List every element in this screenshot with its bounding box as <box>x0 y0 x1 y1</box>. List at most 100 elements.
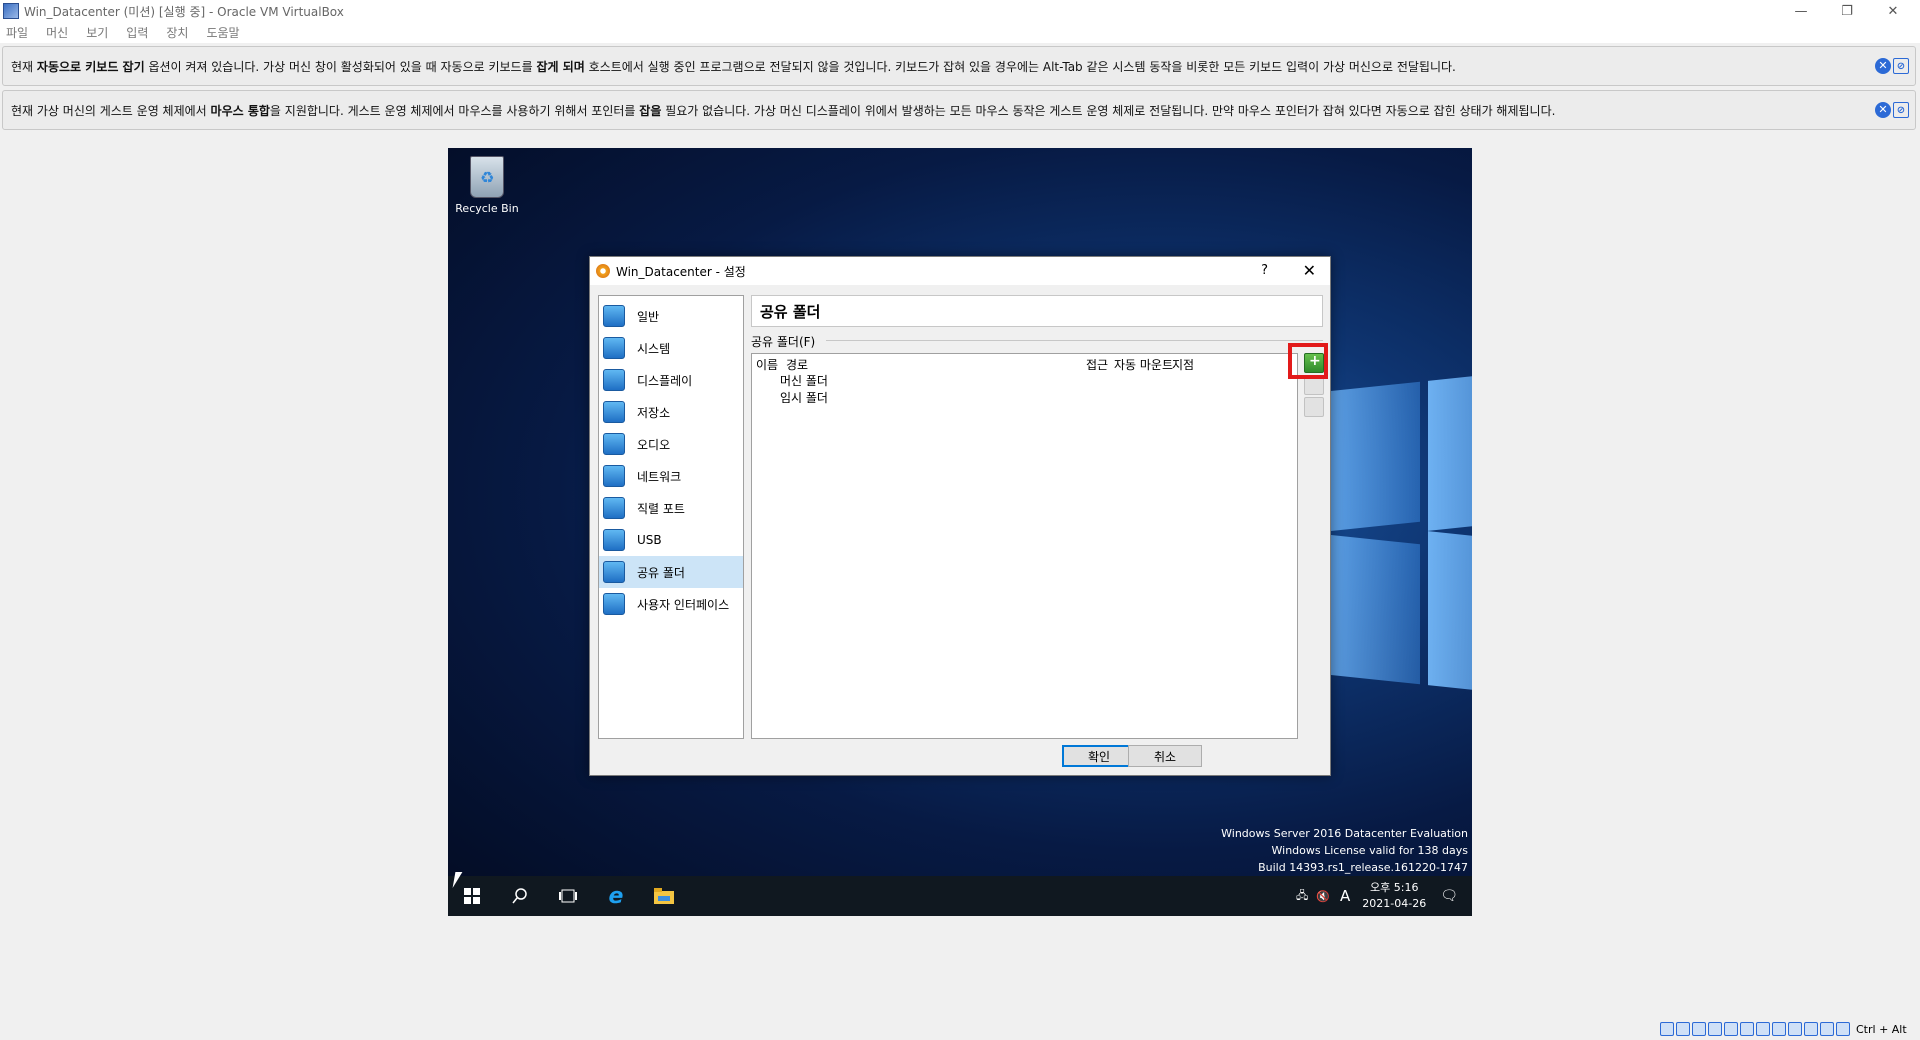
cpu-icon[interactable] <box>1788 1022 1802 1036</box>
file-explorer-icon[interactable] <box>640 876 688 916</box>
category-label: 공유 폴더 <box>637 565 685 580</box>
host-key-icon[interactable] <box>1836 1022 1850 1036</box>
audio-icon <box>603 433 625 455</box>
window-title: Win_Datacenter (미션) [실행 중] - Oracle VM V… <box>24 4 344 19</box>
restore-button[interactable]: ❐ <box>1824 0 1870 22</box>
help-button[interactable]: ? <box>1261 263 1268 278</box>
category-label: 사용자 인터페이스 <box>637 597 730 612</box>
serial-port-icon <box>603 497 625 519</box>
remove-shared-folder-icon <box>1304 397 1324 417</box>
host-menubar: 파일 머신 보기 입력 장치 도움말 <box>0 22 1920 43</box>
usb-icon <box>603 529 625 551</box>
notice-text: 현재 자동으로 키보드 잡기 옵션이 켜져 있습니다. 가상 머신 창이 활성화… <box>11 59 1456 74</box>
action-center-icon[interactable]: 🗨 <box>1440 888 1458 904</box>
ok-button[interactable]: 확인 <box>1062 745 1136 767</box>
watermark-line: Windows License valid for 138 days <box>1271 844 1469 857</box>
column-name[interactable]: 이름 <box>756 356 778 373</box>
optical-drive-icon[interactable] <box>1676 1022 1690 1036</box>
column-automount[interactable]: 자동 마운트 <box>1114 356 1173 373</box>
host-titlebar: Win_Datacenter (미션) [실행 중] - Oracle VM V… <box>0 0 1920 22</box>
close-notice-icon[interactable]: ✕ <box>1875 58 1891 74</box>
guest-taskbar: e 🖧 🔇 A 오후 5:16 2021-04-26 🗨 <box>448 876 1472 916</box>
mouse-integration-icon[interactable] <box>1804 1022 1818 1036</box>
category-general[interactable]: 일반 <box>599 300 743 332</box>
category-label: 일반 <box>637 309 660 324</box>
recycle-bin[interactable]: Recycle Bin <box>452 156 522 215</box>
highlight-box <box>1288 343 1328 379</box>
menu-view[interactable]: 보기 <box>86 24 108 41</box>
category-label: 저장소 <box>637 405 671 420</box>
storage-icon <box>603 401 625 423</box>
tree-row-transient-folders[interactable]: 임시 폴더 <box>752 389 1297 406</box>
usb-icon[interactable] <box>1724 1022 1738 1036</box>
category-label: 시스템 <box>637 341 671 356</box>
clock-time: 오후 5:16 <box>1370 881 1419 894</box>
close-notice-icon[interactable]: ✕ <box>1875 102 1891 118</box>
category-network[interactable]: 네트워크 <box>599 460 743 492</box>
notice-text: 현재 가상 머신의 게스트 운영 체제에서 마우스 통합을 지원합니다. 게스트… <box>11 103 1556 118</box>
minimize-button[interactable]: — <box>1778 0 1824 22</box>
internet-explorer-icon[interactable]: e <box>592 876 640 916</box>
category-display[interactable]: 디스플레이 <box>599 364 743 396</box>
search-icon[interactable] <box>496 876 544 916</box>
settings-category-list: 일반 시스템 디스플레이 저장소 오디오 네트워크 직렬 포트 USB 공유 폴… <box>598 295 744 739</box>
category-label: 네트워크 <box>637 469 682 484</box>
cancel-button[interactable]: 취소 <box>1128 745 1202 767</box>
mouse-integration-notice: 현재 가상 머신의 게스트 운영 체제에서 마우스 통합을 지원합니다. 게스트… <box>2 90 1916 130</box>
virtualbox-icon <box>3 3 19 19</box>
tree-header: 이름 경로 접근 자동 마운트 지점 <box>752 354 1297 372</box>
shared-folders-tree[interactable]: 이름 경로 접근 자동 마운트 지점 머신 폴더 임시 폴더 <box>751 353 1298 739</box>
task-view-icon[interactable] <box>544 876 592 916</box>
dont-show-again-icon[interactable]: ⊘ <box>1893 58 1909 74</box>
general-icon <box>603 305 625 327</box>
shared-folders-icon[interactable] <box>1740 1022 1754 1036</box>
watermark-line: Build 14393.rs1_release.161220-1747 <box>1258 861 1468 874</box>
category-system[interactable]: 시스템 <box>599 332 743 364</box>
hard-disk-icon[interactable] <box>1660 1022 1674 1036</box>
video-capture-icon[interactable] <box>1772 1022 1786 1036</box>
display-icon <box>603 369 625 391</box>
menu-file[interactable]: 파일 <box>6 24 28 41</box>
network-icon <box>603 465 625 487</box>
dialog-titlebar: Win_Datacenter - 설정 ? ✕ <box>590 257 1330 285</box>
dont-show-again-icon[interactable]: ⊘ <box>1893 102 1909 118</box>
page-title: 공유 폴더 <box>751 295 1323 327</box>
keyboard-capture-notice: 현재 자동으로 키보드 잡기 옵션이 켜져 있습니다. 가상 머신 창이 활성화… <box>2 46 1916 86</box>
windows-start-icon <box>464 888 480 904</box>
category-label: 디스플레이 <box>637 373 693 388</box>
network-icon[interactable]: 🖧 <box>1296 887 1308 906</box>
category-user-interface[interactable]: 사용자 인터페이스 <box>599 588 743 620</box>
recycle-bin-label: Recycle Bin <box>455 202 519 215</box>
display-icon[interactable] <box>1756 1022 1770 1036</box>
column-at[interactable]: 지점 <box>1172 356 1194 373</box>
category-label: 오디오 <box>637 437 671 452</box>
category-serial-ports[interactable]: 직렬 포트 <box>599 492 743 524</box>
group-divider <box>826 340 1323 341</box>
menu-machine[interactable]: 머신 <box>46 24 68 41</box>
column-access[interactable]: 접근 <box>1086 356 1108 373</box>
clock-date: 2021-04-26 <box>1362 897 1427 910</box>
shared-folder-icon <box>603 561 625 583</box>
recycle-bin-icon <box>470 156 504 198</box>
menu-help[interactable]: 도움말 <box>206 24 239 41</box>
menu-input[interactable]: 입력 <box>126 24 148 41</box>
watermark-line: Windows Server 2016 Datacenter Evaluatio… <box>1221 827 1468 840</box>
column-path[interactable]: 경로 <box>786 356 808 373</box>
network-icon[interactable] <box>1708 1022 1722 1036</box>
tree-row-machine-folders[interactable]: 머신 폴더 <box>752 372 1297 389</box>
clock[interactable]: 오후 5:16 2021-04-26 <box>1362 880 1426 912</box>
keyboard-capture-icon[interactable] <box>1820 1022 1834 1036</box>
close-button[interactable]: ✕ <box>1870 0 1916 22</box>
category-audio[interactable]: 오디오 <box>599 428 743 460</box>
ime-indicator[interactable]: A <box>1340 887 1350 905</box>
settings-dialog: Win_Datacenter - 설정 ? ✕ 일반 시스템 디스플레이 저장소… <box>589 256 1331 776</box>
category-shared-folders[interactable]: 공유 폴더 <box>599 556 743 588</box>
volume-muted-icon[interactable]: 🔇 <box>1316 890 1330 903</box>
category-usb[interactable]: USB <box>599 524 743 556</box>
host-statusbar: Ctrl + Alt <box>1660 1020 1907 1038</box>
menu-devices[interactable]: 장치 <box>166 24 188 41</box>
dialog-title: Win_Datacenter - 설정 <box>616 264 746 279</box>
category-storage[interactable]: 저장소 <box>599 396 743 428</box>
audio-icon[interactable] <box>1692 1022 1706 1036</box>
dialog-close-button[interactable]: ✕ <box>1303 261 1316 280</box>
